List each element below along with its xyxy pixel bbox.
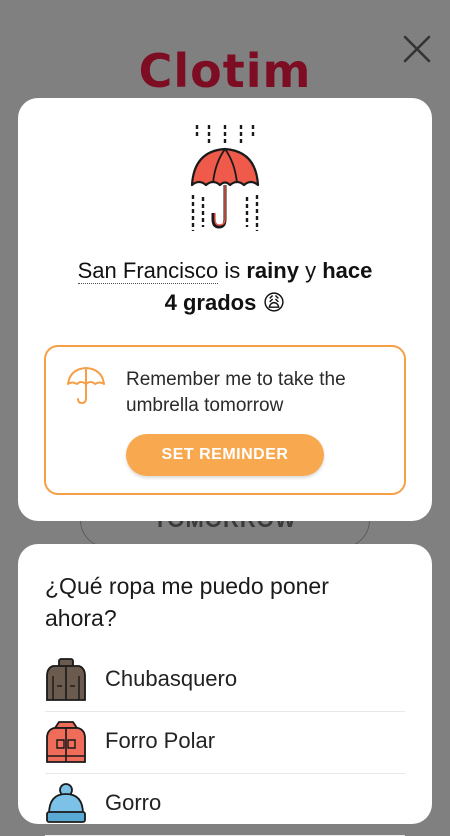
- reminder-box: Remember me to take the umbrella tomorro…: [44, 345, 406, 495]
- summary-hace: hace: [322, 258, 373, 283]
- rain-umbrella-icon: [190, 125, 260, 231]
- raincoat-icon: [46, 658, 86, 701]
- set-reminder-button[interactable]: SET REMINDER: [126, 434, 324, 476]
- clothes-card: ¿Qué ropa me puedo poner ahora? Chubasqu…: [18, 544, 432, 836]
- reminder-text: Remember me to take the umbrella tomorro…: [126, 369, 346, 416]
- weather-card: San Francisco is rainy y hace 4 grados 😩…: [18, 98, 432, 521]
- clothes-item-beanie[interactable]: Gorro: [45, 774, 405, 836]
- clothes-question: ¿Qué ropa me puedo poner ahora?: [45, 573, 329, 631]
- weary-face-emoji: 😩: [262, 290, 286, 315]
- clothes-item-raincoat[interactable]: Chubasquero: [45, 650, 405, 712]
- clothes-item-label: Forro Polar: [105, 728, 216, 753]
- weather-summary: San Francisco is rainy y hace 4 grados 😩: [18, 255, 432, 319]
- summary-is: is: [218, 258, 247, 283]
- beanie-icon: [46, 783, 86, 823]
- city-link[interactable]: San Francisco: [77, 258, 219, 284]
- clothes-item-label: Chubasquero: [105, 666, 238, 691]
- temperature: 4 grados: [164, 290, 257, 315]
- summary-conj: y: [298, 258, 323, 283]
- fleece-jacket-icon: [46, 721, 86, 763]
- umbrella-icon: [67, 367, 105, 405]
- close-icon[interactable]: [398, 30, 436, 68]
- app-logo: Clotim: [138, 44, 312, 98]
- clothes-item-label: Gorro: [105, 790, 162, 815]
- weather-condition: rainy: [246, 258, 299, 283]
- clothes-item-fleece[interactable]: Forro Polar: [45, 712, 405, 774]
